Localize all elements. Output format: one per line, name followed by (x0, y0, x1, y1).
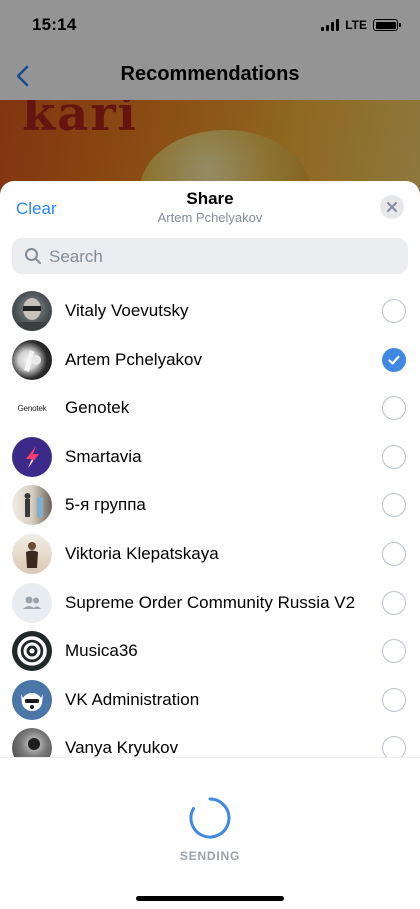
contact-name: Artem Pchelyakov (65, 349, 202, 369)
avatar: Genotek (12, 388, 52, 429)
avatar (12, 485, 52, 526)
contact-row[interactable]: 5-я группа (0, 481, 420, 530)
vk-dog-icon (21, 692, 43, 711)
contact-row[interactable]: Vanya Kryukov (0, 724, 420, 757)
contact-row[interactable]: Smartavia (0, 433, 420, 482)
avatar (12, 631, 52, 672)
contact-name: Vitaly Voevutsky (65, 301, 189, 320)
select-checkbox[interactable] (382, 299, 406, 323)
contact-row[interactable]: VK Administration (0, 676, 420, 725)
contact-row[interactable]: Viktoria Klepatskaya (0, 530, 420, 579)
avatar (12, 582, 52, 623)
contact-name: Supreme Order Community Russia V2 (65, 592, 356, 612)
close-icon (387, 202, 397, 212)
avatar (12, 679, 52, 720)
contact-name: VK Administration (65, 689, 200, 709)
contact-row[interactable]: Artem Pchelyakov (0, 336, 420, 385)
select-checkbox[interactable] (382, 687, 406, 712)
select-checkbox[interactable] (382, 444, 406, 469)
contact-name: Viktoria Klepatskaya (65, 543, 219, 563)
select-checkbox[interactable] (382, 396, 406, 421)
contact-row[interactable]: Musica36 (0, 627, 420, 676)
checkmark-icon (388, 355, 400, 365)
contact-list[interactable]: Vitaly Voevutsky Artem Pchelyakov Genote… (0, 287, 420, 757)
search-icon (25, 248, 41, 264)
search-input[interactable]: Search (12, 238, 408, 274)
share-sheet: Clear Share Artem Pchelyakov Search Vita… (0, 181, 420, 909)
sheet-header: Clear Share Artem Pchelyakov (0, 181, 420, 239)
avatar (12, 339, 52, 380)
sheet-subtitle: Artem Pchelyakov (157, 210, 263, 225)
contact-row[interactable]: Genotek Genotek (0, 384, 420, 433)
search-placeholder: Search (49, 247, 103, 266)
contact-row[interactable]: Vitaly Voevutsky (0, 287, 420, 336)
select-checkbox[interactable] (382, 736, 406, 757)
contact-name: Vanya Kryukov (65, 738, 179, 757)
close-button[interactable] (380, 195, 404, 219)
select-checkbox[interactable] (382, 590, 406, 615)
spinner-icon (189, 797, 231, 839)
avatar (12, 728, 52, 757)
contact-name: Genotek (65, 398, 130, 418)
contact-name: Musica36 (65, 641, 138, 661)
avatar (12, 291, 52, 331)
select-checkbox[interactable] (382, 639, 406, 664)
genotek-logo: Genotek (17, 403, 47, 413)
users-icon (23, 596, 41, 609)
avatar (12, 436, 52, 477)
sending-status: SENDING (179, 849, 241, 863)
contact-row[interactable]: Supreme Order Community Russia V2 (0, 579, 420, 628)
sending-area: SENDING (0, 757, 420, 909)
sheet-title: Share (186, 189, 234, 208)
avatar (12, 533, 52, 574)
select-checkbox[interactable] (382, 493, 406, 518)
home-indicator (136, 896, 284, 901)
select-checkbox[interactable] (382, 541, 406, 566)
contact-name: Smartavia (65, 446, 142, 466)
contact-name: 5-я группа (65, 495, 146, 515)
select-checkbox[interactable] (382, 347, 406, 372)
